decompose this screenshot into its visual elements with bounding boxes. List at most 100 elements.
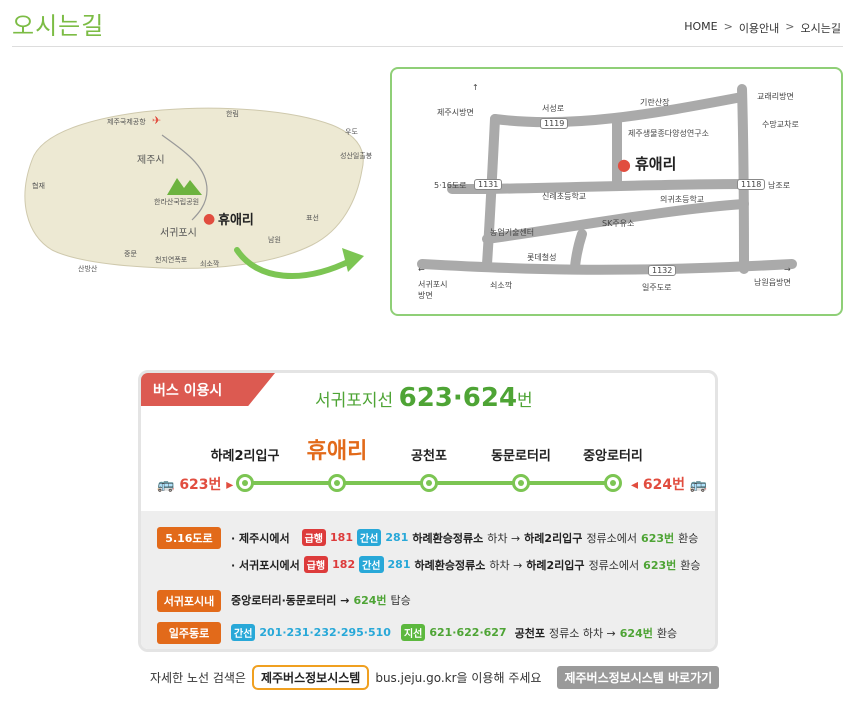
right-arrow-icon: → xyxy=(784,265,791,274)
route-start-623: 🚌 623번 ▸ xyxy=(157,474,233,494)
seoseong-ro-label: 서성로 xyxy=(542,104,565,113)
route-badge-516: 5.16도로 xyxy=(157,527,221,549)
cheonjiyeon-label: 천지연폭포 xyxy=(155,256,188,264)
route-line-seogwipo: · 서귀포시에서 급행 182 간선 281 하례환승정류소 하차 → 하례2리… xyxy=(231,556,701,573)
trunk-numbers: 201·231·232·295·510 xyxy=(259,626,391,639)
jungmun-label: 중문 xyxy=(124,250,137,258)
arrow-right-icon: ▸ xyxy=(226,477,234,493)
stop-marker xyxy=(328,474,346,492)
soesokkak-label: 쇠소깍 xyxy=(200,260,220,268)
giran-label: 기란산장 xyxy=(640,98,670,107)
soesokkak-label: 쇠소깍 xyxy=(490,281,513,290)
action-text: 환승 xyxy=(656,626,678,640)
hyeopjae-label: 협재 xyxy=(32,182,45,190)
sk-station-label: SK주유소 xyxy=(602,219,635,228)
transfer-stop: 하례환승정류소 xyxy=(414,558,486,572)
action-text: 하차 → xyxy=(489,558,523,572)
route-badge-iljudong: 일주동로 xyxy=(157,622,221,644)
bus-heading: 서귀포지선 623·624번 xyxy=(315,383,533,413)
breadcrumb-separator: > xyxy=(785,20,795,33)
branch-numbers: 621·622·627 xyxy=(429,626,507,639)
trunk-number: 281 xyxy=(387,558,411,571)
route-badge-seogwipo-city: 서귀포시내 xyxy=(157,590,221,612)
express-pill: 급행 xyxy=(301,529,327,546)
breadcrumb-separator: > xyxy=(723,20,733,33)
route-line-iljudong: 간선 201·231·232·295·510 지선 621·622·627 공천… xyxy=(231,624,677,641)
express-number: 182 xyxy=(332,558,356,571)
stop-name: 하례2리입구 xyxy=(210,449,280,464)
action-text: 정류소에서 xyxy=(588,558,640,572)
route-info-area: 5.16도로 · 제주시에서 급행 181 간선 281 하례환승정류소 하차 … xyxy=(141,511,715,649)
breadcrumb: HOME > 이용안내 > 오시는길 xyxy=(684,20,841,36)
action-text: 환승 xyxy=(680,558,701,572)
namwon-label: 남원 xyxy=(268,236,281,244)
sanbangsan-label: 산방산 xyxy=(78,265,98,273)
airplane-icon: ✈ xyxy=(152,114,162,127)
namjo-ro-label: 남조로 xyxy=(768,181,791,190)
bus-icon: 🚌 xyxy=(157,477,175,493)
location-pin-icon: ● xyxy=(617,155,631,174)
bus-tab: 버스 이용시 xyxy=(141,373,275,406)
breadcrumb-guide[interactable]: 이용안내 xyxy=(739,20,779,36)
stop-text: 하례2리입구 xyxy=(526,558,585,572)
left-arrow-icon: ← xyxy=(418,265,425,274)
udo-label: 우도 xyxy=(345,128,358,136)
trunk-pill: 간선 xyxy=(231,624,256,641)
bus-number: 623번 xyxy=(643,558,677,572)
footer: 자세한 노선 검색은 제주버스정보시스템 bus.jeju.go.kr을 이용해… xyxy=(150,665,720,690)
tech-center-label: 농업기술센터 xyxy=(490,228,535,237)
header-divider xyxy=(12,46,843,47)
action-text: 정류소 하차 → xyxy=(548,626,616,640)
stop-text: 공천포 xyxy=(514,626,545,640)
arrow-left-icon: ◂ xyxy=(631,477,639,493)
airport-label: 제주국제공항 xyxy=(107,118,146,126)
action-text: 탑승 xyxy=(390,594,411,607)
sumang-label: 수망교차로 xyxy=(762,120,799,129)
uigwi-school-label: 의귀초등학교 xyxy=(660,195,705,204)
road-number-1118: 1118 xyxy=(737,179,766,190)
express-pill: 급행 xyxy=(303,556,329,573)
route-line-jeju: · 제주시에서 급행 181 간선 281 하례환승정류소 하차 → 하례2리입… xyxy=(231,529,698,546)
footer-prefix: 자세한 노선 검색은 xyxy=(150,671,246,685)
bus-system-link-button[interactable]: 제주버스정보시스템 바로가기 xyxy=(557,666,720,689)
road-number-1131: 1131 xyxy=(474,179,503,190)
page-title: 오시는길 xyxy=(12,12,105,40)
trunk-pill: 간선 xyxy=(359,556,384,573)
route-end-label: 624번 xyxy=(642,477,686,493)
seongsan-label: 성산일출봉 xyxy=(340,152,373,160)
action-text: 정류소에서 xyxy=(586,531,638,545)
stop-marker xyxy=(604,474,622,492)
hallim-label: 한림 xyxy=(226,110,239,118)
breadcrumb-home[interactable]: HOME xyxy=(684,20,717,36)
bus-heading-numbers: 623·624 xyxy=(398,383,518,413)
sillye-school-label: 신례초등학교 xyxy=(542,192,587,201)
stop-marker xyxy=(420,474,438,492)
road-number-1132: 1132 xyxy=(648,265,677,276)
stop-text: 하례2리입구 xyxy=(524,531,583,545)
trunk-pill: 간선 xyxy=(356,529,382,546)
road-516-label: 5·16도로 xyxy=(434,181,467,190)
action-text: 환승 xyxy=(678,531,699,545)
stop-marker xyxy=(512,474,530,492)
bus-number: 624번 xyxy=(619,626,653,640)
bus-heading-prefix: 서귀포지선 xyxy=(315,391,394,411)
lotte-label: 롯데철성 xyxy=(527,253,557,262)
jeju-island-map: 제주국제공항 ✈ 한림 우도 제주시 성산일출봉 협재 한라산국립공원 표선 서… xyxy=(12,90,382,310)
origin-text: · 제주시에서 xyxy=(231,531,290,545)
hallasan-label: 한라산국립공원 xyxy=(154,198,200,206)
route-end-624: ◂ 624번 🚌 xyxy=(631,474,707,494)
trunk-number: 281 xyxy=(385,531,409,544)
road-map: ↑ 제주시방면 서성로 1119 기란산장 교래리방면 수망교차로 제주생물종다… xyxy=(390,67,843,316)
road-number-1119: 1119 xyxy=(540,118,569,129)
bus-icon: 🚌 xyxy=(689,477,708,493)
research-institute-label: 제주생물종다양성연구소 xyxy=(628,129,709,138)
bus-number: 624번 xyxy=(353,594,387,607)
jeju-si-label: 제주시 xyxy=(137,155,165,166)
iljudong-ro-label: 일주도로 xyxy=(642,283,672,292)
footer-url-text: bus.jeju.go.kr을 이용해 주세요 xyxy=(375,671,542,685)
stop-marker xyxy=(236,474,254,492)
route-line-city: 중앙로터리·동문로터리 → 624번 탑승 xyxy=(231,592,411,608)
stop-name-highlight: 휴애리 xyxy=(306,439,368,464)
branch-pill: 지선 xyxy=(400,624,426,641)
bus-system-name: 제주버스정보시스템 xyxy=(251,665,370,690)
